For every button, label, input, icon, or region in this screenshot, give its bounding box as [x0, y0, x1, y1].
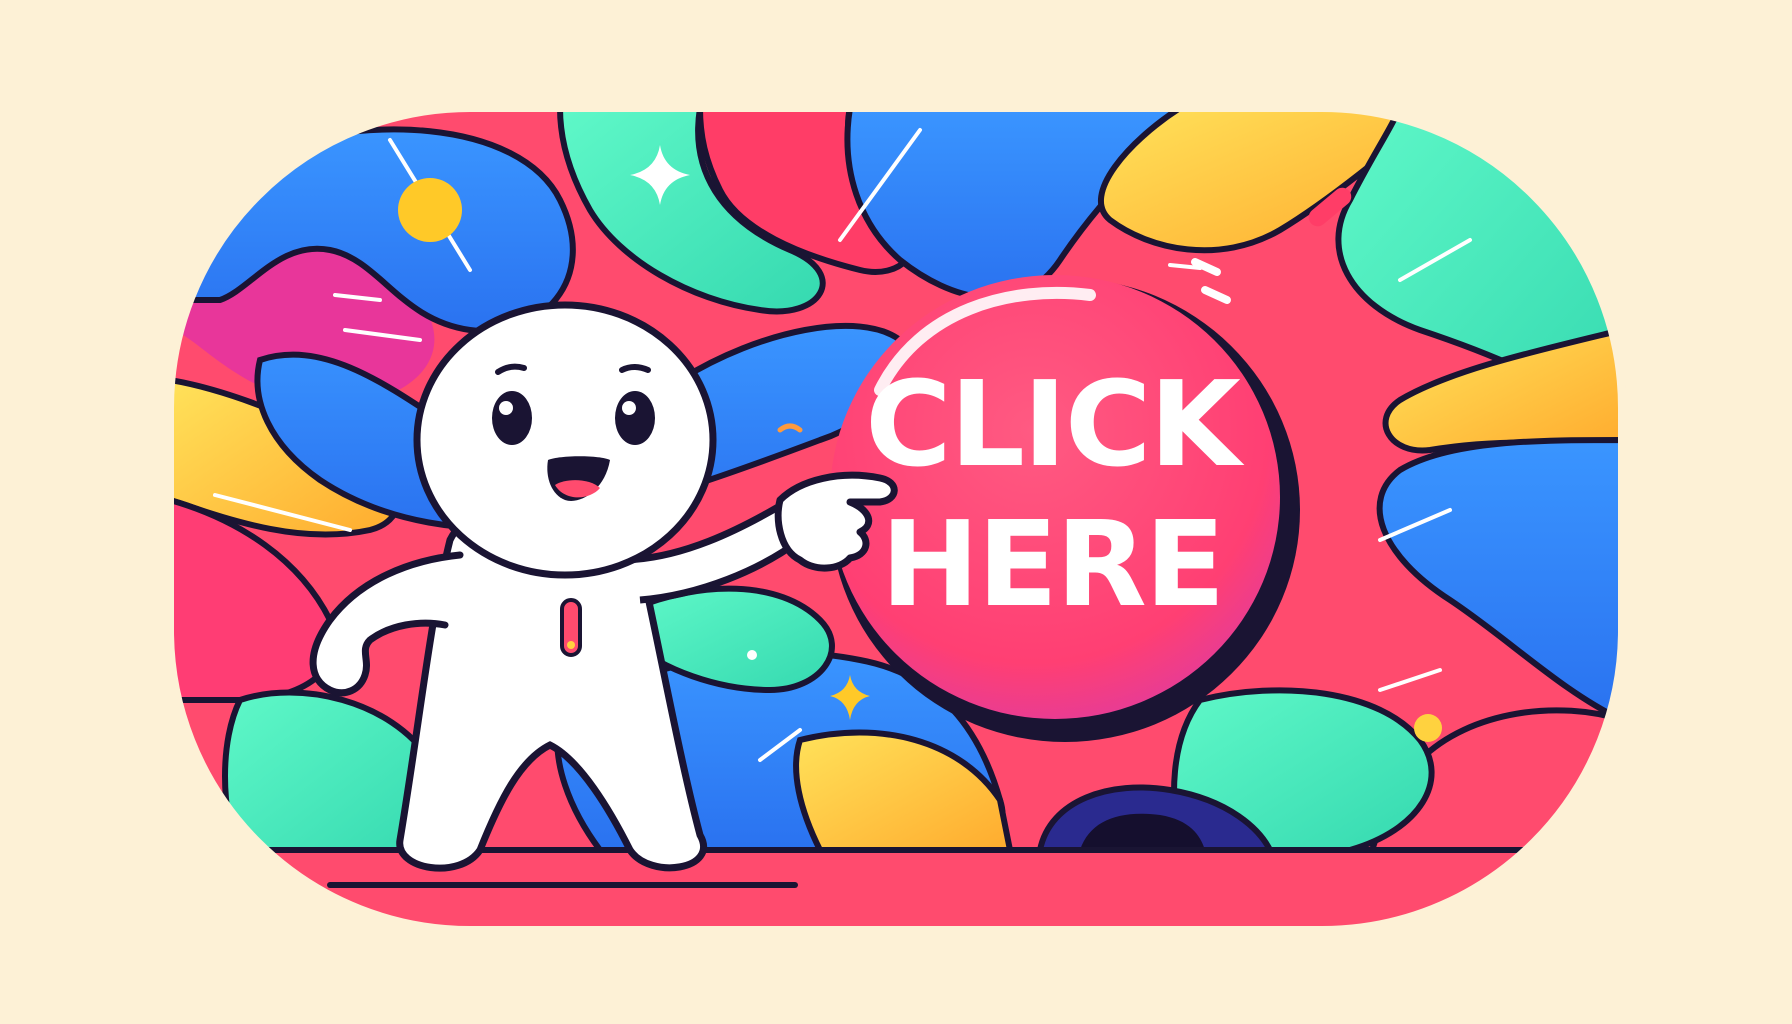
dot-icon: [398, 178, 462, 242]
dot-icon: [747, 650, 757, 660]
dot-icon: [1414, 714, 1442, 742]
button-label-line2: HERE: [881, 495, 1224, 633]
banner-illustration: CLICK HERE: [166, 104, 1626, 934]
banner-stage: CLICK HERE: [0, 0, 1792, 1024]
button-label-line1: CLICK: [865, 355, 1245, 493]
